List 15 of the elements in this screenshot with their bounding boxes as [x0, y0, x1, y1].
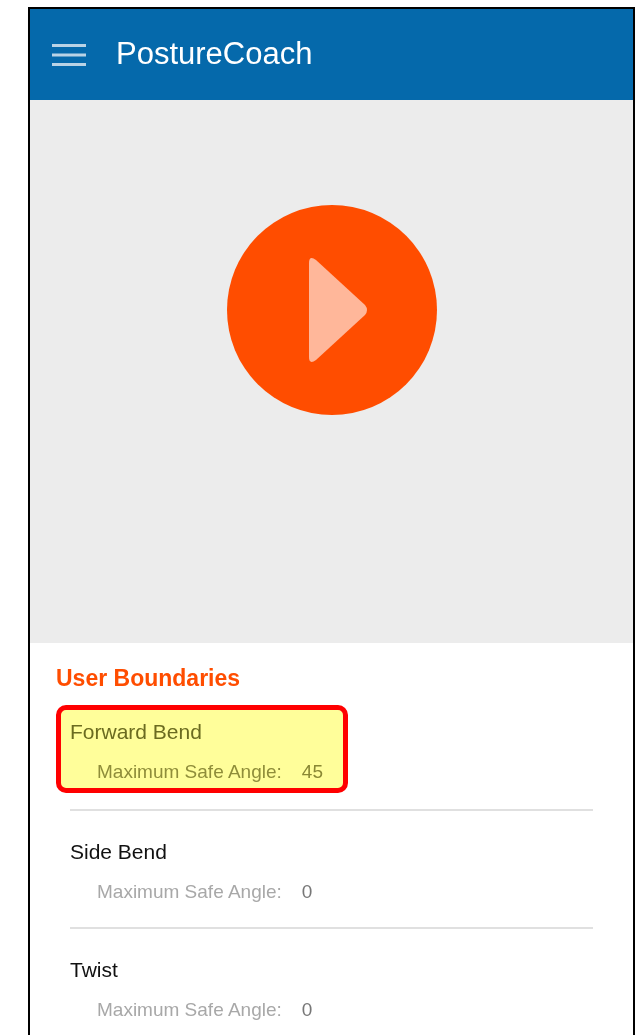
boundary-name: Side Bend: [70, 839, 168, 865]
boundary-name: Twist: [70, 957, 119, 983]
app-title: PostureCoach: [116, 35, 313, 74]
angle-label: Maximum Safe Angle:: [97, 997, 282, 1022]
angle-value: 0: [301, 879, 313, 904]
boundary-item[interactable]: Forward Bend Maximum Safe Angle: 45: [56, 705, 348, 793]
section-title: User Boundaries: [56, 663, 242, 693]
boundary-item[interactable]: Side Bend Maximum Safe Angle: 0: [56, 825, 348, 913]
angle-value: 0: [301, 997, 313, 1022]
angle-label: Maximum Safe Angle:: [97, 759, 282, 784]
boundary-item[interactable]: Twist Maximum Safe Angle: 0: [56, 943, 348, 1031]
angle-value: 45: [301, 759, 323, 784]
boundary-name: Forward Bend: [70, 719, 203, 745]
menu-icon[interactable]: [52, 42, 86, 67]
angle-label: Maximum Safe Angle:: [97, 879, 282, 904]
